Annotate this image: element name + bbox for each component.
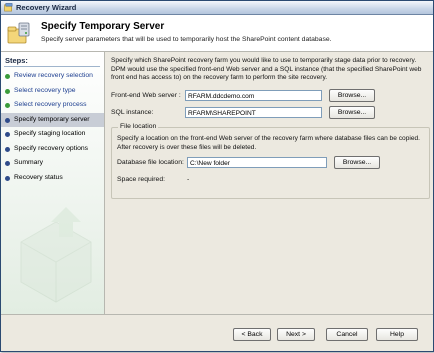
cancel-button[interactable]: Cancel bbox=[326, 328, 368, 341]
intro-text: Specify which SharePoint recovery farm y… bbox=[111, 57, 422, 81]
help-button[interactable]: Help bbox=[376, 328, 418, 341]
sql-instance-label: SQL instance: bbox=[111, 109, 154, 116]
db-file-location-input[interactable]: C:\New folder bbox=[187, 157, 327, 168]
step-specify-temporary-server[interactable]: Specify temporary server bbox=[1, 112, 104, 127]
step-bullet-icon bbox=[5, 132, 10, 137]
step-summary: Summary bbox=[1, 156, 104, 171]
step-label: Specify staging location bbox=[14, 130, 86, 137]
step-bullet-icon bbox=[5, 146, 10, 152]
step-bullet-icon bbox=[5, 103, 10, 108]
steps-list: Review recovery selection Select recover… bbox=[1, 69, 104, 185]
file-location-description: Specify a location on the front-end Web … bbox=[117, 135, 420, 151]
step-specify-recovery-options: Specify recovery options bbox=[1, 142, 104, 157]
page-subtitle: Specify server parameters that will be u… bbox=[41, 36, 332, 43]
step-label: Select recovery type bbox=[14, 86, 76, 94]
next-button[interactable]: Next > bbox=[277, 328, 315, 341]
step-specify-staging-location: Specify staging location bbox=[1, 127, 104, 142]
steps-panel: Steps: Review recovery selection Select … bbox=[1, 52, 105, 314]
wizard-header: Specify Temporary Server Specify server … bbox=[1, 15, 433, 52]
window-title: Recovery Wizard bbox=[16, 3, 77, 12]
sql-browse-button[interactable]: Browse... bbox=[329, 106, 375, 119]
wizard-watermark-icon bbox=[20, 207, 92, 303]
step-recovery-status: Recovery status bbox=[1, 171, 104, 186]
step-label: Review recovery selection bbox=[14, 72, 93, 79]
title-bar[interactable]: Recovery Wizard bbox=[1, 1, 433, 15]
steps-heading: Steps: bbox=[5, 56, 28, 65]
step-bullet-icon bbox=[5, 74, 10, 79]
step-label: Specify temporary server bbox=[14, 115, 90, 123]
wizard-app-icon bbox=[4, 3, 13, 12]
step-label: Recovery status bbox=[14, 173, 63, 181]
step-select-recovery-type[interactable]: Select recovery type bbox=[1, 84, 104, 99]
file-location-group: File location Specify a location on the … bbox=[111, 123, 430, 199]
db-file-browse-button[interactable]: Browse... bbox=[334, 156, 380, 169]
step-label: Specify recovery options bbox=[14, 144, 89, 152]
step-bullet-icon bbox=[5, 175, 10, 181]
step-select-recovery-process[interactable]: Select recovery process bbox=[1, 98, 104, 113]
back-button[interactable]: < Back bbox=[233, 328, 271, 341]
space-required-value: - bbox=[187, 176, 190, 183]
frontend-server-label: Front-end Web server : bbox=[111, 92, 181, 99]
sql-instance-input[interactable]: RFARM\SHAREPOINT bbox=[185, 107, 322, 118]
step-review-recovery-selection[interactable]: Review recovery selection bbox=[1, 69, 104, 84]
steps-divider bbox=[4, 66, 100, 67]
file-location-legend: File location bbox=[118, 123, 159, 130]
db-file-location-label: Database file location: bbox=[117, 159, 184, 166]
step-label: Summary bbox=[14, 159, 44, 166]
page-title: Specify Temporary Server bbox=[41, 21, 165, 32]
step-label: Select recovery process bbox=[14, 101, 87, 108]
main-content: Specify which SharePoint recovery farm y… bbox=[105, 52, 433, 314]
wizard-footer: < Back Next > Cancel Help bbox=[1, 315, 433, 351]
frontend-server-input[interactable]: RFARM.ddcdemo.com bbox=[185, 90, 322, 101]
space-required-label: Space required: bbox=[117, 176, 165, 183]
frontend-browse-button[interactable]: Browse... bbox=[329, 89, 375, 102]
recovery-wizard-window: Recovery Wizard Specify Temporary Server… bbox=[0, 0, 434, 352]
step-bullet-icon bbox=[5, 161, 10, 166]
step-bullet-icon bbox=[5, 88, 10, 94]
step-bullet-icon bbox=[5, 117, 10, 123]
server-folder-icon bbox=[7, 22, 30, 44]
